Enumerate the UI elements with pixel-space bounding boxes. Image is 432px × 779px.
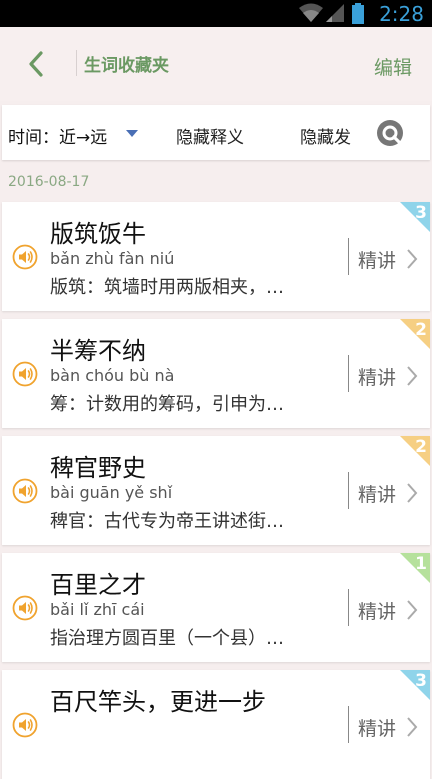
card-divider xyxy=(348,472,349,509)
review-count-badge: 3 xyxy=(400,202,430,232)
word-card[interactable]: 半筹不纳 bàn chóu bù nà 筹：计数用的筹码，引申为… 精讲 2 xyxy=(2,319,430,428)
meaning-text: 稗官：古代专为帝王讲述街… xyxy=(50,511,284,532)
chevron-right-icon[interactable] xyxy=(406,248,418,270)
meaning-text: 筹：计数用的筹码，引申为… xyxy=(50,394,284,415)
pinyin-text: bǎn zhù fàn niú xyxy=(50,249,175,268)
badge-number: 3 xyxy=(415,671,427,691)
detail-button[interactable]: 精讲 xyxy=(358,480,396,507)
page-title: 生词收藏夹 xyxy=(84,56,169,76)
meaning-text: 指治理方圆百里（一个县）… xyxy=(50,628,284,649)
signal-icon xyxy=(326,4,344,22)
detail-button[interactable]: 精讲 xyxy=(358,597,396,624)
clock: 2:28 xyxy=(379,2,424,26)
speaker-icon[interactable] xyxy=(12,244,38,270)
edit-button[interactable]: 编辑 xyxy=(374,53,412,80)
word-card[interactable]: 版筑饭牛 bǎn zhù fàn niú 版筑：筑墙时用两版相夹，… 精讲 3 xyxy=(2,202,430,311)
hide-pronunciation-button[interactable]: 隐藏发 xyxy=(300,123,351,148)
battery-icon xyxy=(352,3,364,24)
word-text: 半筹不纳 xyxy=(50,337,146,365)
card-divider xyxy=(348,589,349,626)
word-text: 百里之才 xyxy=(50,571,146,599)
review-count-badge: 2 xyxy=(400,436,430,466)
review-count-badge: 1 xyxy=(400,553,430,583)
status-bar: 2:28 xyxy=(0,0,432,27)
detail-button[interactable]: 精讲 xyxy=(358,246,396,273)
wifi-icon xyxy=(299,3,323,22)
hide-definition-button[interactable]: 隐藏释义 xyxy=(176,123,244,148)
filter-bar: 时间：近→远 隐藏释义 隐藏发 xyxy=(2,105,430,160)
word-text: 版筑饭牛 xyxy=(50,220,146,248)
card-divider xyxy=(348,355,349,392)
pinyin-text: bài guān yě shǐ xyxy=(50,483,173,502)
word-text: 百尺竿头，更进一步 xyxy=(50,688,266,716)
chevron-right-icon[interactable] xyxy=(406,365,418,387)
caret-down-icon[interactable] xyxy=(126,130,138,137)
badge-number: 3 xyxy=(415,203,427,223)
header-divider xyxy=(76,50,77,76)
review-count-badge: 3 xyxy=(400,670,430,700)
review-count-badge: 2 xyxy=(400,319,430,349)
badge-number: 2 xyxy=(415,320,427,340)
pinyin-text: bàn chóu bù nà xyxy=(50,366,175,385)
card-divider xyxy=(348,706,349,743)
word-card[interactable]: 稗官野史 bài guān yě shǐ 稗官：古代专为帝王讲述街… 精讲 2 xyxy=(2,436,430,545)
header: 生词收藏夹 编辑 xyxy=(0,27,432,101)
speaker-icon[interactable] xyxy=(12,712,38,738)
chevron-right-icon[interactable] xyxy=(406,716,418,738)
word-card[interactable]: 百里之才 bǎi lǐ zhī cái 指治理方圆百里（一个县）… 精讲 1 xyxy=(2,553,430,662)
meaning-text: 版筑：筑墙时用两版相夹，… xyxy=(50,277,284,298)
word-text: 稗官野史 xyxy=(50,454,146,482)
back-icon[interactable] xyxy=(22,49,52,79)
pinyin-text: bǎi lǐ zhī cái xyxy=(50,600,145,619)
search-icon[interactable] xyxy=(376,119,406,149)
detail-button[interactable]: 精讲 xyxy=(358,363,396,390)
badge-number: 2 xyxy=(415,437,427,457)
speaker-icon[interactable] xyxy=(12,595,38,621)
speaker-icon[interactable] xyxy=(12,361,38,387)
word-card[interactable]: 百尺竿头，更进一步 精讲 3 xyxy=(2,670,430,779)
sort-dropdown[interactable]: 时间：近→远 xyxy=(8,123,107,148)
date-group-header: 2016-08-17 xyxy=(8,174,90,190)
chevron-right-icon[interactable] xyxy=(406,599,418,621)
badge-number: 1 xyxy=(415,554,427,574)
speaker-icon[interactable] xyxy=(12,478,38,504)
detail-button[interactable]: 精讲 xyxy=(358,714,396,741)
card-divider xyxy=(348,238,349,275)
chevron-right-icon[interactable] xyxy=(406,482,418,504)
